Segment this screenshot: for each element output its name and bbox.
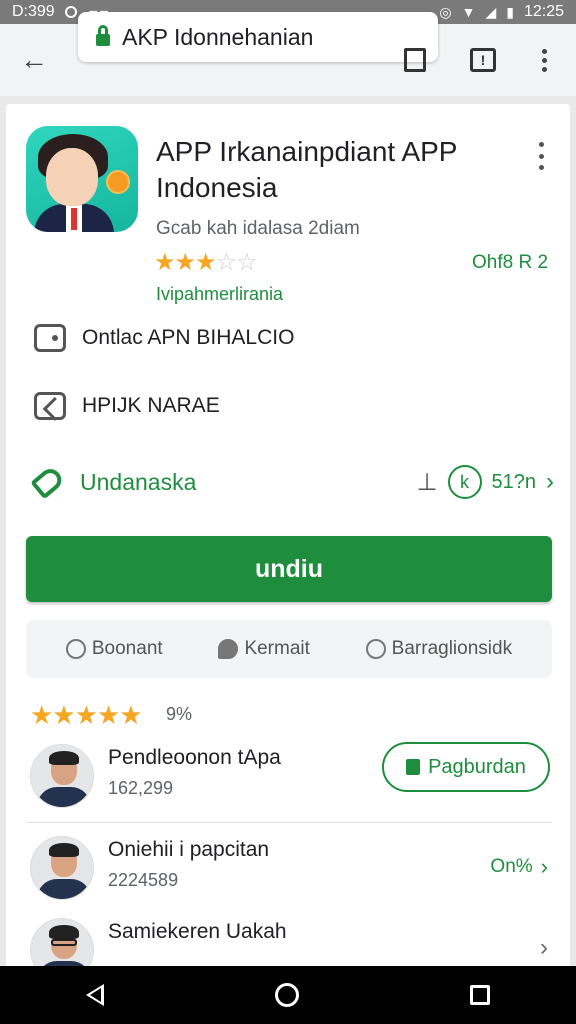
address-bar[interactable]: AKP Idonnehanian — [78, 12, 438, 62]
tag-size: 51?n — [491, 470, 537, 493]
outline-download-button[interactable]: Pagburdan — [382, 742, 550, 792]
info-row-wallet[interactable]: Ontlac APN BIHALCIO — [34, 324, 294, 352]
star-empty-icon: ☆ — [236, 249, 257, 276]
pill-item[interactable]: Barraglionsidk — [365, 638, 513, 660]
list-item-title: Samiekeren Uakah — [108, 920, 287, 943]
coin-icon — [106, 170, 130, 194]
app-category[interactable]: Ivipahmerlirania — [156, 284, 283, 305]
info-row-label: Ontlac APN BIHALCIO — [82, 326, 295, 349]
more-options-icon[interactable] — [536, 142, 546, 170]
battery-icon: ▮ — [506, 3, 514, 20]
tag-icon — [30, 464, 66, 500]
lock-icon — [96, 25, 110, 46]
app-icon — [26, 126, 138, 232]
list-item-title: Pendleoonon tApa — [108, 746, 281, 769]
list-item-title: Oniehii i papcitan — [108, 838, 270, 861]
nav-home-icon[interactable] — [274, 983, 299, 1007]
list-item[interactable]: Pendleoonon tApa 162,299 Pagburdan — [26, 736, 552, 816]
status-time: 12:25 — [523, 3, 564, 20]
divider — [26, 822, 552, 823]
list-item-value: On% — [490, 856, 533, 877]
circle-icon — [365, 639, 386, 659]
info-row-image[interactable]: HPIJK NARAE — [34, 392, 220, 420]
chevron-right-icon[interactable]: › — [546, 468, 554, 496]
pill-label: Boonant — [91, 638, 163, 659]
bookmark-icon[interactable] — [404, 48, 426, 72]
browser-menu-icon[interactable] — [536, 40, 552, 80]
tag-label: Undanaska — [80, 468, 197, 495]
chat-bubble-icon — [218, 639, 239, 659]
pill-item[interactable]: Boonant — [65, 638, 163, 660]
star-icon: ★ — [154, 249, 175, 276]
star-icon: ★ — [174, 249, 196, 276]
avatar — [30, 744, 94, 808]
location-pin-icon — [65, 639, 86, 659]
app-title: APP Irkanainpdiant APP Indonesia — [156, 136, 457, 203]
install-button[interactable]: undiu — [26, 536, 552, 602]
download-icon: ⊥ — [416, 468, 438, 496]
review-percent: 9% — [166, 704, 193, 724]
status-left-text: D:399 — [12, 3, 55, 20]
chevron-right-icon[interactable]: › — [540, 934, 548, 962]
avatar — [30, 836, 94, 900]
list-item-action[interactable]: On% › — [490, 854, 548, 880]
developer-name[interactable]: Gcab kah idalasa 2diam — [156, 218, 360, 240]
tab-switcher-icon[interactable]: ! — [470, 48, 496, 72]
tag-row[interactable]: Undanaska ⊥ k 51?n › — [30, 462, 554, 502]
target-icon: ◎ — [439, 3, 452, 20]
button-label: Pagburdan — [428, 755, 526, 778]
nav-back-icon[interactable] — [85, 984, 104, 1006]
image-icon — [34, 392, 66, 420]
rating-stars: ★★★☆☆ — [154, 248, 258, 277]
action-pill-bar: Boonant Kermait Barraglionsidk — [26, 620, 552, 678]
list-item-count: 2224589 — [108, 870, 179, 890]
info-row-label: HPIJK NARAE — [82, 394, 220, 417]
app-detail-card: APP Irkanainpdiant APP Indonesia Gcab ka… — [6, 104, 570, 982]
signal-icon: ◢ — [485, 3, 497, 20]
list-item[interactable]: Oniehii i papcitan 2224589 On% › — [26, 828, 552, 908]
app-side-value: Ohf8 R 2 — [472, 252, 549, 273]
list-item-count: 162,299 — [108, 778, 174, 798]
star-empty-icon: ☆ — [215, 249, 237, 276]
back-arrow-icon[interactable]: ← — [6, 32, 62, 88]
wallet-icon — [34, 324, 66, 352]
chevron-right-icon: › — [540, 854, 548, 879]
pill-label: Barraglionsidk — [391, 638, 513, 659]
star-icon: ★ — [195, 249, 216, 276]
pill-label: Kermait — [244, 638, 310, 659]
download-icon — [406, 759, 421, 775]
circle-badge-icon: k — [447, 465, 482, 499]
system-nav-bar — [0, 966, 576, 1024]
wifi-icon: ▼ — [461, 4, 476, 20]
notification-icon — [64, 6, 77, 18]
nav-recents-icon[interactable] — [470, 985, 491, 1005]
review-stars: ★★★★★ — [30, 700, 143, 730]
pill-item[interactable]: Kermait — [218, 638, 310, 660]
url-text: AKP Idonnehanian — [122, 23, 314, 50]
